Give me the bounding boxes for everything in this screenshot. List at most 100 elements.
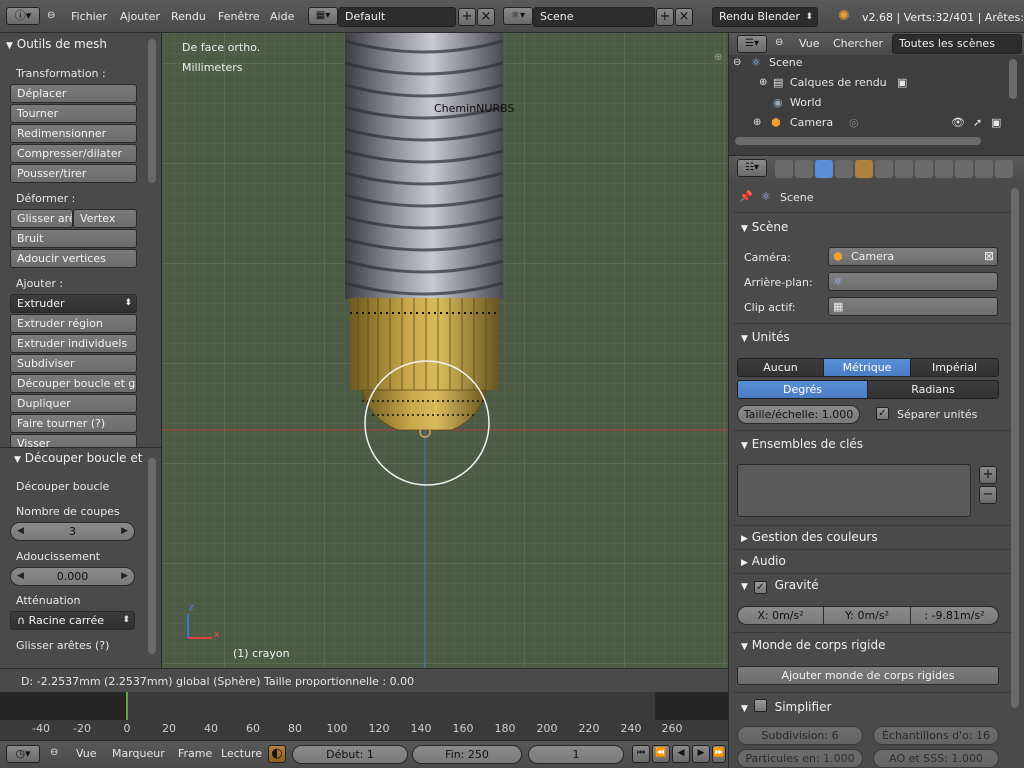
- extrude-individual-button[interactable]: Extruder individuels: [10, 334, 137, 353]
- separate-units-checkbox[interactable]: ✓: [876, 407, 889, 420]
- current-frame-marker[interactable]: [126, 692, 128, 720]
- outliner-menu-view[interactable]: Vue: [799, 37, 820, 50]
- unit-scale-field[interactable]: Taille/échelle: 1.000: [737, 405, 860, 424]
- decrement-icon[interactable]: ◀: [17, 568, 24, 585]
- world-tab-icon[interactable]: [835, 160, 853, 178]
- info-editor-type-button[interactable]: ⓘ▾: [6, 7, 40, 25]
- edge-slide-button[interactable]: Glisser arê: [10, 209, 73, 228]
- decrement-icon[interactable]: ◀: [17, 523, 24, 540]
- pin-icon[interactable]: 📌: [739, 190, 753, 203]
- outliner-menu-search[interactable]: Chercher: [833, 37, 883, 50]
- remove-keying-set-icon[interactable]: −: [979, 486, 997, 504]
- scene-tab-icon[interactable]: [815, 160, 833, 178]
- loop-cut-slide-button[interactable]: Découper boucle et glis: [10, 374, 137, 393]
- play-icon[interactable]: ▶: [692, 745, 710, 763]
- timeline-menu-frame[interactable]: Frame: [178, 747, 212, 760]
- outliner-vertical-scrollbar[interactable]: [1009, 59, 1017, 99]
- extrude-select[interactable]: Extruder ⬍: [10, 294, 137, 313]
- renderable-camera-icon[interactable]: ▣: [991, 113, 1001, 133]
- add-scene-icon[interactable]: +: [656, 8, 674, 26]
- end-frame-field[interactable]: Fin: 250: [412, 745, 522, 764]
- visibility-eye-icon[interactable]: 👁: [951, 113, 965, 133]
- outliner-row-scene[interactable]: ⊖ ⚛ Scene: [729, 53, 1021, 73]
- properties-scrollbar[interactable]: [1011, 188, 1019, 708]
- camera-field[interactable]: ⬢ Camera ⊠: [828, 247, 998, 266]
- delete-layout-icon[interactable]: ×: [477, 8, 495, 26]
- collapse-menu-icon[interactable]: ⊖: [47, 10, 55, 21]
- render-engine-select[interactable]: Rendu Blender ⬍: [712, 7, 818, 27]
- expand-icon[interactable]: ⊕: [759, 73, 767, 93]
- increment-icon[interactable]: ▶: [121, 523, 128, 540]
- shrink-fatten-button[interactable]: Compresser/dilater: [10, 144, 137, 163]
- material-tab-icon[interactable]: [935, 160, 953, 178]
- spin-button[interactable]: Faire tourner (?): [10, 414, 137, 433]
- physics-tab-icon[interactable]: [995, 160, 1013, 178]
- simplify-panel-header[interactable]: ▼ Simplifier: [741, 698, 831, 714]
- play-reverse-icon[interactable]: ◀: [672, 745, 690, 763]
- keying-sets-panel-header[interactable]: ▼ Ensembles de clés: [741, 437, 863, 451]
- gravity-z-field[interactable]: : -9.81m/s²: [910, 606, 999, 625]
- scale-button[interactable]: Redimensionner: [10, 124, 137, 143]
- timeline-editor-type-icon[interactable]: ◷▾: [6, 745, 40, 763]
- units-panel-header[interactable]: ▼ Unités: [741, 330, 790, 344]
- smoothness-field[interactable]: ◀ 0.000 ▶: [10, 567, 135, 586]
- audio-panel-header[interactable]: ▶ Audio: [741, 554, 786, 568]
- layout-name-field[interactable]: Default: [338, 7, 456, 27]
- viewport-corner-plus-icon[interactable]: ⊕: [714, 52, 722, 63]
- smooth-vertex-button[interactable]: Adoucir vertices: [10, 249, 137, 268]
- outliner-editor-type-icon[interactable]: ☰▾: [737, 35, 767, 53]
- current-frame-field[interactable]: 1: [528, 745, 624, 764]
- simplify-shadow-samples-field[interactable]: Échantillons d'o: 16: [873, 726, 999, 745]
- scene-icon[interactable]: ⚛▾: [503, 7, 533, 25]
- simplify-ao-sss-field[interactable]: AO et SSS: 1.000: [873, 749, 999, 768]
- menu-add[interactable]: Ajouter: [120, 10, 160, 23]
- unit-imperial-button[interactable]: Impérial: [910, 358, 999, 377]
- menu-render[interactable]: Rendu: [171, 10, 206, 23]
- simplify-subdivision-field[interactable]: Subdivision: 6: [737, 726, 863, 745]
- extrude-region-button[interactable]: Extruder région: [10, 314, 137, 333]
- data-tab-icon[interactable]: [915, 160, 933, 178]
- number-of-cuts-field[interactable]: ◀ 3 ▶: [10, 522, 135, 541]
- duplicate-button[interactable]: Dupliquer: [10, 394, 137, 413]
- falloff-select[interactable]: ∩ Racine carrée ⬍: [10, 611, 135, 630]
- rotate-button[interactable]: Tourner: [10, 104, 137, 123]
- jump-keyframe-back-icon[interactable]: ⏪: [652, 745, 670, 763]
- selectable-cursor-icon[interactable]: ➚: [973, 113, 982, 133]
- record-key-icon[interactable]: ◐: [268, 745, 286, 763]
- outliner-row-render-layers[interactable]: ⊕ ▤ Calques de rendu ▣: [729, 73, 1021, 93]
- jump-keyframe-forward-icon[interactable]: ⏩: [712, 745, 726, 763]
- timeline-area[interactable]: -40 -20 0 20 40 60 80 100 120 140 160 18…: [0, 692, 728, 740]
- degrees-button[interactable]: Degrés: [737, 380, 868, 399]
- add-layout-icon[interactable]: +: [458, 8, 476, 26]
- active-clip-field[interactable]: ▦: [828, 297, 998, 316]
- object-tab-icon[interactable]: [855, 160, 873, 178]
- push-pull-button[interactable]: Pousser/tirer: [10, 164, 137, 183]
- render-tab-icon[interactable]: [775, 160, 793, 178]
- noise-button[interactable]: Bruit: [10, 229, 137, 248]
- gravity-panel-header[interactable]: ▼ ✓ Gravité: [741, 578, 819, 594]
- subdivide-button[interactable]: Subdiviser: [10, 354, 137, 373]
- background-scene-field[interactable]: ⚛: [828, 272, 998, 291]
- radians-button[interactable]: Radians: [867, 380, 999, 399]
- collapse-icon[interactable]: ⊖: [733, 53, 741, 73]
- operator-panel-header[interactable]: ▼ Découper boucle et g: [14, 451, 146, 465]
- collapse-menu-icon[interactable]: ⊖: [50, 747, 58, 758]
- modifiers-tab-icon[interactable]: [895, 160, 913, 178]
- outliner-row-world[interactable]: ◉ World: [729, 93, 1021, 113]
- menu-help[interactable]: Aide: [270, 10, 294, 23]
- timeline-menu-marker[interactable]: Marqueur: [112, 747, 165, 760]
- menu-window[interactable]: Fenêtre: [218, 10, 260, 23]
- tool-shelf-scrollbar[interactable]: [148, 39, 156, 183]
- simplify-checkbox[interactable]: [753, 699, 767, 712]
- simplify-particles-field[interactable]: Particules en: 1.000: [737, 749, 863, 768]
- unit-metric-button[interactable]: Métrique: [823, 358, 911, 377]
- screen-layout-icon[interactable]: ▦▾: [308, 7, 338, 25]
- keying-sets-list[interactable]: [737, 464, 971, 517]
- texture-tab-icon[interactable]: [955, 160, 973, 178]
- color-management-panel-header[interactable]: ▶ Gestion des couleurs: [741, 530, 878, 544]
- clear-camera-icon[interactable]: ⊠: [984, 248, 994, 265]
- start-frame-field[interactable]: Début: 1: [292, 745, 408, 764]
- jump-start-icon[interactable]: ⏮: [632, 745, 650, 763]
- gravity-checkbox[interactable]: ✓: [753, 581, 767, 594]
- add-rigid-body-world-button[interactable]: Ajouter monde de corps rigides: [737, 666, 999, 685]
